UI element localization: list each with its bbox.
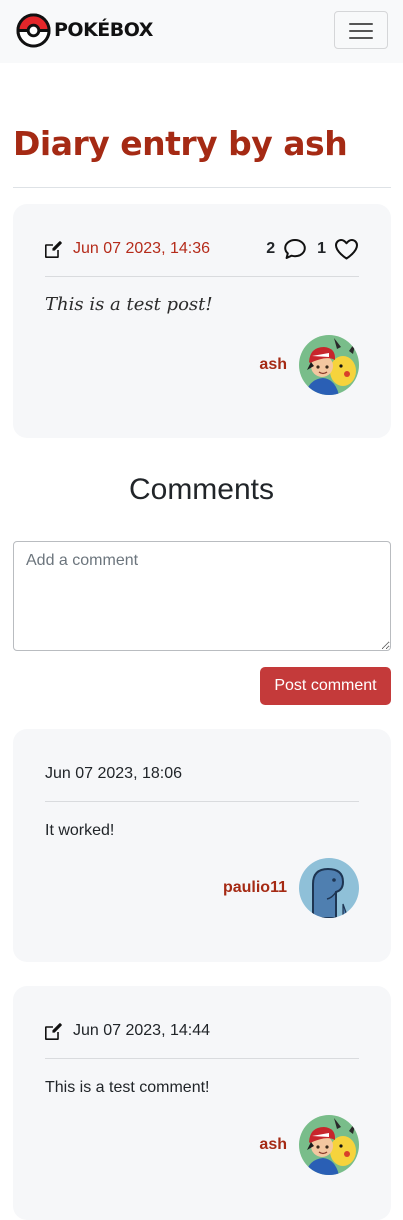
comment-card: Jun 07 2023, 18:06 It worked! paulio11 <box>13 729 391 962</box>
post-date: Jun 07 2023, 14:36 <box>73 240 211 257</box>
pokeball-logo-icon <box>16 12 51 48</box>
post-comment-button[interactable]: Post comment <box>260 667 391 705</box>
comment-date: Jun 07 2023, 18:06 <box>45 765 183 782</box>
author-name[interactable]: paulio11 <box>223 879 287 897</box>
comment-header: Jun 07 2023, 14:44 <box>45 1016 359 1046</box>
comment-count: 2 <box>266 240 276 257</box>
navbar: POKÉBOX <box>0 0 403 63</box>
comment-divider <box>45 801 359 802</box>
edit-icon[interactable] <box>45 240 62 258</box>
brand-name: POKÉBOX <box>54 19 153 41</box>
comment-body: It worked! <box>45 822 115 839</box>
comment-date: Jun 07 2023, 14:44 <box>73 1022 211 1039</box>
post-header: Jun 07 2023, 14:36 2 1 <box>45 234 359 264</box>
like-count: 1 <box>317 240 326 257</box>
comment-divider <box>45 1058 359 1059</box>
title-divider <box>13 187 391 188</box>
hamburger-icon <box>349 23 373 25</box>
post-card: Jun 07 2023, 14:36 2 1 This is a test po… <box>13 204 391 438</box>
comment-author: paulio11 <box>223 858 359 918</box>
edit-icon[interactable] <box>45 1022 62 1040</box>
brand-link[interactable]: POKÉBOX <box>16 12 153 48</box>
page-title: Diary entry by ash <box>13 124 348 163</box>
heart-icon[interactable] <box>334 238 359 260</box>
author-name[interactable]: ash <box>259 1136 287 1154</box>
hamburger-icon <box>349 37 373 39</box>
comment-header: Jun 07 2023, 18:06 <box>45 759 359 789</box>
comments-heading: Comments <box>128 473 275 506</box>
post-divider <box>45 276 359 277</box>
dino-avatar[interactable] <box>299 858 359 918</box>
hamburger-icon <box>349 30 373 32</box>
post-author: ash <box>259 335 359 395</box>
author-name[interactable]: ash <box>259 356 287 374</box>
comment-input[interactable] <box>13 541 391 651</box>
ash-avatar[interactable] <box>299 335 359 395</box>
ash-avatar[interactable] <box>299 1115 359 1175</box>
menu-toggle-button[interactable] <box>334 11 388 49</box>
comment-body: This is a test comment! <box>45 1079 210 1096</box>
post-stats: 2 1 <box>266 238 359 260</box>
comment-card: Jun 07 2023, 14:44 This is a test commen… <box>13 986 391 1220</box>
post-body: This is a test post! <box>45 294 213 315</box>
comment-bubble-icon[interactable] <box>283 238 307 260</box>
comment-author: ash <box>259 1115 359 1175</box>
